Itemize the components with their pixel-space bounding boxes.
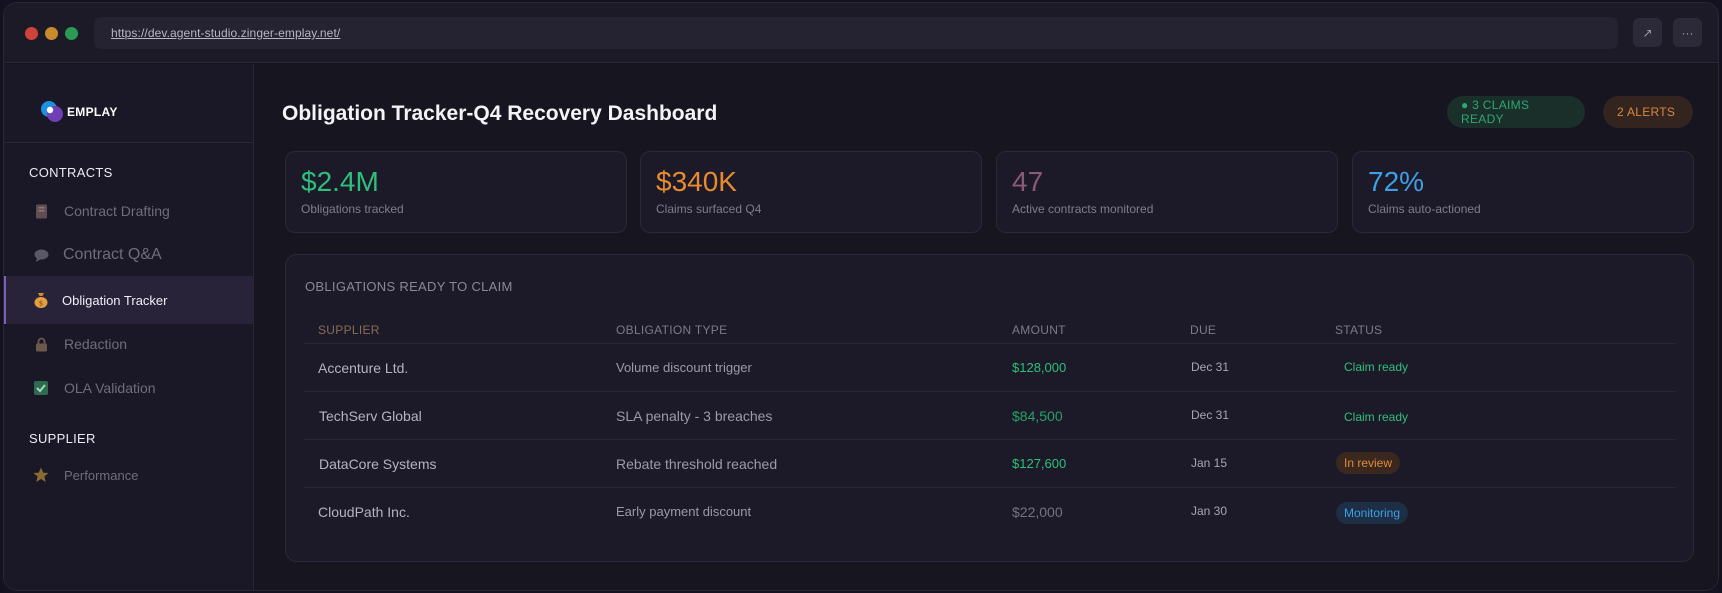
stat-caption: Claims auto-actioned: [1368, 202, 1481, 216]
due-cell: Dec 31: [1191, 408, 1230, 422]
stat-card-active-contracts: 47 Active contracts monitored: [996, 151, 1338, 233]
alerts-badge[interactable]: 2 ALERTS: [1603, 96, 1693, 128]
table-row[interactable]: CloudPath Inc. Early payment discount $2…: [304, 487, 1676, 535]
obligations-table-panel: OBLIGATIONS READY TO CLAIM SUPPLIER OBLI…: [285, 254, 1694, 562]
sidebar-item-label: Performance: [64, 467, 139, 483]
stat-card-obligations-tracked: $2.4M Obligations tracked: [285, 151, 627, 233]
column-header-obligation-type[interactable]: OBLIGATION TYPE: [616, 323, 727, 337]
emplay-logo-icon: [41, 101, 63, 122]
stat-caption: Claims surfaced Q4: [656, 202, 762, 216]
obligation-type-cell: Rebate threshold reached: [616, 456, 778, 472]
stat-card-claims-surfaced: $340K Claims surfaced Q4: [640, 151, 982, 233]
amount-cell: $84,500: [1012, 408, 1063, 424]
sidebar-item-label: Redaction: [64, 336, 128, 352]
panel-title: OBLIGATIONS READY TO CLAIM: [305, 279, 513, 294]
money-bag-icon: $: [33, 292, 49, 308]
stat-value: $2.4M: [301, 166, 379, 197]
supplier-cell: Accenture Ltd.: [318, 360, 409, 376]
status-badge: In review: [1336, 452, 1401, 474]
amount-cell: $22,000: [1012, 504, 1063, 520]
browser-chrome: https://dev.agent-studio.zinger-emplay.n…: [4, 3, 1718, 63]
status-badge: Claim ready: [1344, 360, 1409, 374]
stat-value: 47: [1012, 166, 1044, 197]
sidebar-item-label: OLA Validation: [64, 380, 156, 396]
obligation-type-cell: Volume discount trigger: [616, 360, 752, 375]
sidebar: EMPLAY CONTRACTS Contract Drafting Contr…: [4, 64, 254, 590]
column-header-status[interactable]: STATUS: [1335, 323, 1382, 337]
sidebar-item-label: Obligation Tracker: [62, 292, 168, 308]
table-row[interactable]: Accenture Ltd. Volume discount trigger $…: [304, 343, 1676, 391]
expand-icon: ↗: [1642, 25, 1653, 40]
status-badge: Monitoring: [1336, 502, 1409, 524]
more-icon: ···: [1681, 25, 1694, 40]
sidebar-divider: [4, 142, 253, 143]
obligation-type-cell: Early payment discount: [616, 504, 752, 519]
obligation-type-cell: SLA penalty - 3 breaches: [616, 408, 773, 424]
check-box-icon: [33, 380, 49, 396]
sidebar-item-obligation-tracker[interactable]: $ Obligation Tracker: [4, 276, 254, 324]
sidebar-item-performance[interactable]: Performance: [4, 451, 254, 499]
sidebar-item-contract-drafting[interactable]: Contract Drafting: [4, 187, 254, 235]
stat-caption: Active contracts monitored: [1012, 202, 1154, 216]
url-text[interactable]: https://dev.agent-studio.zinger-emplay.n…: [111, 26, 340, 40]
sidebar-item-label: Contract Drafting: [64, 203, 170, 219]
speech-bubble-icon: [33, 247, 49, 263]
table-row[interactable]: DataCore Systems Rebate threshold reache…: [304, 439, 1676, 487]
svg-text:$: $: [39, 300, 43, 308]
supplier-cell: TechServ Global: [319, 408, 422, 424]
notebook-icon: [33, 203, 49, 219]
stat-value: $340K: [656, 166, 737, 197]
main-content: Obligation Tracker-Q4 Recovery Dashboard…: [255, 64, 1718, 590]
due-cell: Jan 15: [1191, 456, 1228, 470]
amount-cell: $128,000: [1012, 360, 1067, 375]
browser-window: https://dev.agent-studio.zinger-emplay.n…: [3, 2, 1719, 591]
claims-ready-badge[interactable]: ● 3 CLAIMS READY: [1447, 96, 1585, 128]
page-title: Obligation Tracker-Q4 Recovery Dashboard: [282, 102, 718, 125]
minimize-window-button[interactable]: [45, 27, 58, 40]
close-window-button[interactable]: [25, 27, 38, 40]
sidebar-section-supplier: SUPPLIER: [29, 431, 96, 446]
more-options-button[interactable]: ···: [1673, 18, 1702, 47]
sidebar-item-ola-validation[interactable]: OLA Validation: [4, 364, 254, 412]
sidebar-section-contracts: CONTRACTS: [29, 165, 113, 180]
due-cell: Dec 31: [1191, 360, 1230, 374]
address-bar[interactable]: https://dev.agent-studio.zinger-emplay.n…: [94, 17, 1618, 49]
column-header-amount[interactable]: AMOUNT: [1012, 323, 1066, 337]
sidebar-item-redaction[interactable]: Redaction: [4, 320, 254, 368]
column-header-due[interactable]: DUE: [1190, 323, 1216, 337]
sidebar-item-contract-qa[interactable]: Contract Q&A: [4, 231, 254, 279]
supplier-cell: DataCore Systems: [319, 456, 437, 472]
supplier-cell: CloudPath Inc.: [318, 504, 410, 520]
star-icon: [33, 467, 49, 483]
stat-value: 72%: [1368, 166, 1425, 197]
maximize-window-button[interactable]: [65, 27, 78, 40]
brand-name: EMPLAY: [67, 105, 118, 119]
expand-button[interactable]: ↗: [1633, 18, 1662, 47]
status-badge: Claim ready: [1344, 410, 1409, 424]
lock-icon: [33, 336, 49, 352]
due-cell: Jan 30: [1191, 504, 1228, 518]
sidebar-item-label: Contract Q&A: [63, 246, 162, 263]
stat-card-claims-auto-actioned: 72% Claims auto-actioned: [1352, 151, 1694, 233]
stat-caption: Obligations tracked: [301, 202, 404, 216]
amount-cell: $127,600: [1012, 456, 1067, 471]
table-row[interactable]: TechServ Global SLA penalty - 3 breaches…: [304, 391, 1676, 439]
column-header-supplier[interactable]: SUPPLIER: [318, 323, 380, 337]
